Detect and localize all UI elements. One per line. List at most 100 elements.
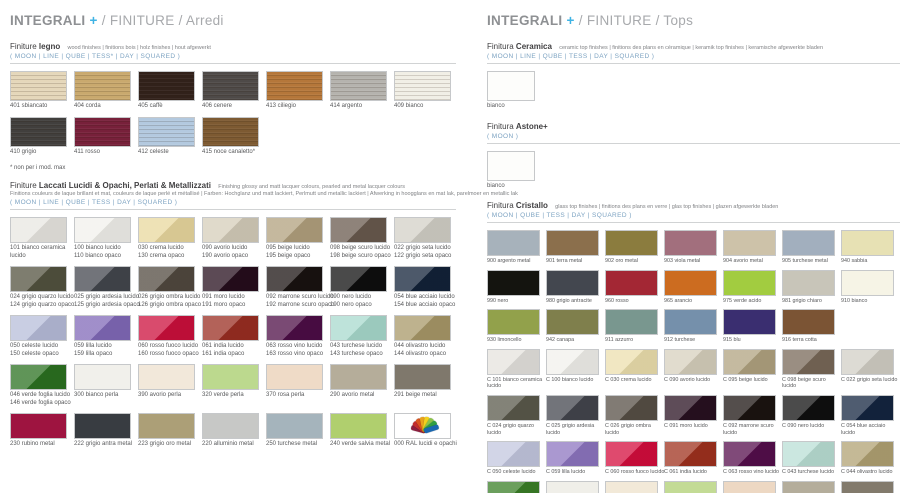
swatch-bianco bbox=[487, 151, 535, 181]
finish-swatch: C 024 grigio quarzolucido bbox=[487, 395, 540, 436]
page-title-arredi: INTEGRALI + / FINITURE / Arredi bbox=[10, 13, 456, 28]
finish-swatch: C 370 rosa perla bbox=[723, 481, 776, 493]
section-translations: glass top finishes | finitions des plans… bbox=[555, 204, 778, 210]
finish-swatch: 960 rosso bbox=[605, 270, 658, 305]
finish-swatch: 370 rosa perla bbox=[266, 364, 323, 407]
swatch-label: 095 beige lucido195 beige opaco bbox=[266, 245, 323, 260]
section-title-cristallo: Finitura Cristallo glass top finishes | … bbox=[487, 201, 900, 210]
swatch-980-grigio-antracite bbox=[546, 270, 599, 296]
swatch-label: 050 celeste lucido150 celeste opaco bbox=[10, 343, 67, 358]
swatch-c-092-marrone-scuro bbox=[723, 395, 776, 421]
swatch-c-024-grigio-quarzo bbox=[487, 395, 540, 421]
swatch-c-022-grigio-seta-lucido bbox=[841, 349, 894, 375]
section-divider bbox=[487, 63, 900, 64]
section-title-prefix: Finitura bbox=[487, 42, 514, 51]
finish-swatch: C 044 olivastro lucido bbox=[841, 441, 894, 476]
swatch-label: 414 argento bbox=[330, 103, 387, 111]
finish-swatch: 025 grigio ardesia lucido125 grigio arde… bbox=[74, 266, 131, 309]
swatch-label: 911 azzurro bbox=[605, 337, 658, 344]
swatch-900-argento-metal bbox=[487, 230, 540, 256]
finish-swatch: 222 grigio antra metal bbox=[74, 413, 131, 449]
finish-swatch: C 046 verde foglia lucido bbox=[487, 481, 540, 493]
section-translations: ceramic top finishes | finitions des pla… bbox=[559, 45, 823, 51]
finish-swatch: 404 corda bbox=[74, 71, 131, 111]
swatch-label: C 050 celeste lucido bbox=[487, 469, 540, 476]
finish-swatch: 405 caffè bbox=[138, 71, 195, 111]
finish-swatch: 409 bianco bbox=[394, 71, 451, 111]
swatch-label: 405 caffè bbox=[138, 103, 195, 111]
swatch-401-sbiancato bbox=[10, 71, 67, 101]
brand-name: INTEGRALI bbox=[487, 13, 562, 28]
section-legno: Finiture legno wood finishes | finitions… bbox=[10, 42, 456, 171]
swatch-label: 981 grigio chiaro bbox=[782, 298, 835, 305]
finish-swatch: 990 nero bbox=[487, 270, 540, 305]
swatch-label: 030 crema lucido130 crema opaco bbox=[138, 245, 195, 260]
finish-swatch: C 290 avorio metal bbox=[782, 481, 835, 493]
swatch-981-grigio-chiaro bbox=[782, 270, 835, 296]
swatch-label: 905 turchese metal bbox=[782, 258, 835, 265]
swatch-c-101-bianco-ceramica bbox=[487, 349, 540, 375]
swatch-label: 370 rosa perla bbox=[266, 392, 323, 400]
swatch-label: C 043 turchese lucido bbox=[782, 469, 835, 476]
swatch-label: 043 turchese lucido143 turchese opaco bbox=[330, 343, 387, 358]
swatch-label: 101 bianco ceramicalucido bbox=[10, 245, 67, 260]
finish-swatch: C 300 bianco perla bbox=[546, 481, 599, 493]
swatch-c-100-bianco-lucido bbox=[546, 349, 599, 375]
finish-swatch: 981 grigio chiaro bbox=[782, 270, 835, 305]
swatch-290-avorio-metal bbox=[330, 364, 387, 390]
swatch-label: 960 rosso bbox=[605, 298, 658, 305]
swatch-c-370-rosa-perla bbox=[723, 481, 776, 493]
swatch-label: C 022 grigio seta lucido bbox=[841, 377, 894, 384]
swatch-label: 060 rosso fuoco lucido160 rosso fuoco op… bbox=[138, 343, 195, 358]
swatch-090-avorio-lucido bbox=[202, 217, 259, 243]
swatch-c-059-lilla-lucido bbox=[546, 441, 599, 467]
swatch-label: 046 verde foglia lucido146 verde foglia … bbox=[10, 392, 67, 407]
swatch-label: 940 sabbia bbox=[841, 258, 894, 265]
swatch-902-oro-metal bbox=[605, 230, 658, 256]
finish-grid-cristallo: 900 argento metal901 terra metal902 oro … bbox=[487, 230, 900, 493]
finish-swatch: 915 blu bbox=[723, 309, 776, 344]
swatch-label: C 059 lilla lucido bbox=[546, 469, 599, 476]
models-list-legno: ( MOON | LINE | QUBE | TESS* | DAY | SQU… bbox=[10, 53, 456, 60]
finish-swatch: C 095 beige lucido bbox=[723, 349, 776, 390]
swatch-c-026-grigio-ombra bbox=[605, 395, 658, 421]
swatch-label: 090 avorio lucido190 avorio opaco bbox=[202, 245, 259, 260]
swatch-c-046-verde-foglia-lucido bbox=[487, 481, 540, 493]
swatch-label: 900 argento metal bbox=[487, 258, 540, 265]
swatch-label: 059 lilla lucido159 lilla opaco bbox=[74, 343, 131, 358]
finish-swatch: 240 verde salvia metal bbox=[330, 413, 387, 449]
swatch-label: C 091 moro lucido bbox=[664, 423, 717, 430]
finish-swatch: C 050 celeste lucido bbox=[487, 441, 540, 476]
finish-swatch: 059 lilla lucido159 lilla opaco bbox=[74, 315, 131, 358]
swatch-label: 990 nero bbox=[487, 298, 540, 305]
swatch-101-bianco-ceramica bbox=[10, 217, 67, 243]
finish-swatch: C 090 avorio lucido bbox=[664, 349, 717, 390]
column-arredi: INTEGRALI + / FINITURE / Arredi Finiture… bbox=[10, 0, 456, 449]
finish-swatch: 250 turchese metal bbox=[266, 413, 323, 449]
swatch-label: 000 RAL lucidi e opachi bbox=[394, 441, 451, 449]
finish-swatch: C 100 bianco lucido bbox=[546, 349, 599, 390]
swatch-300-bianco-perla bbox=[74, 364, 131, 390]
swatch-label: 410 grigio bbox=[10, 149, 67, 157]
finish-swatch: 095 beige lucido195 beige opaco bbox=[266, 217, 323, 260]
swatch-059-lilla-lucido bbox=[74, 315, 131, 341]
finish-swatch: C 291 beige metal bbox=[841, 481, 894, 493]
swatch-label: C 090 nero lucido bbox=[782, 423, 835, 430]
finish-swatch: 098 beige scuro lucido198 beige scuro op… bbox=[330, 217, 387, 260]
swatch-label: 401 sbiancato bbox=[10, 103, 67, 111]
swatch-label: 415 noce canaletto* bbox=[202, 149, 259, 157]
swatch-063-rosso-vino-lucido bbox=[266, 315, 323, 341]
finish-swatch: 030 crema lucido130 crema opaco bbox=[138, 217, 195, 260]
section-translations-2: Finitions couleurs de laque brillant et … bbox=[10, 191, 456, 197]
swatch-c-390-avorio-perla bbox=[605, 481, 658, 493]
swatch-413-ciliegio bbox=[266, 71, 323, 101]
finish-swatch: C 026 grigio ombralucido bbox=[605, 395, 658, 436]
finish-swatch: 101 bianco ceramicalucido bbox=[10, 217, 67, 260]
swatch-912-turchese bbox=[664, 309, 717, 335]
swatch-405-caff bbox=[138, 71, 195, 101]
swatch-054-blue-acciaio-lucido bbox=[394, 266, 451, 292]
finish-swatch: C 091 moro lucido bbox=[664, 395, 717, 436]
swatch-404-corda bbox=[74, 71, 131, 101]
swatch-915-blu bbox=[723, 309, 776, 335]
finish-swatch: 415 noce canaletto* bbox=[202, 117, 259, 157]
